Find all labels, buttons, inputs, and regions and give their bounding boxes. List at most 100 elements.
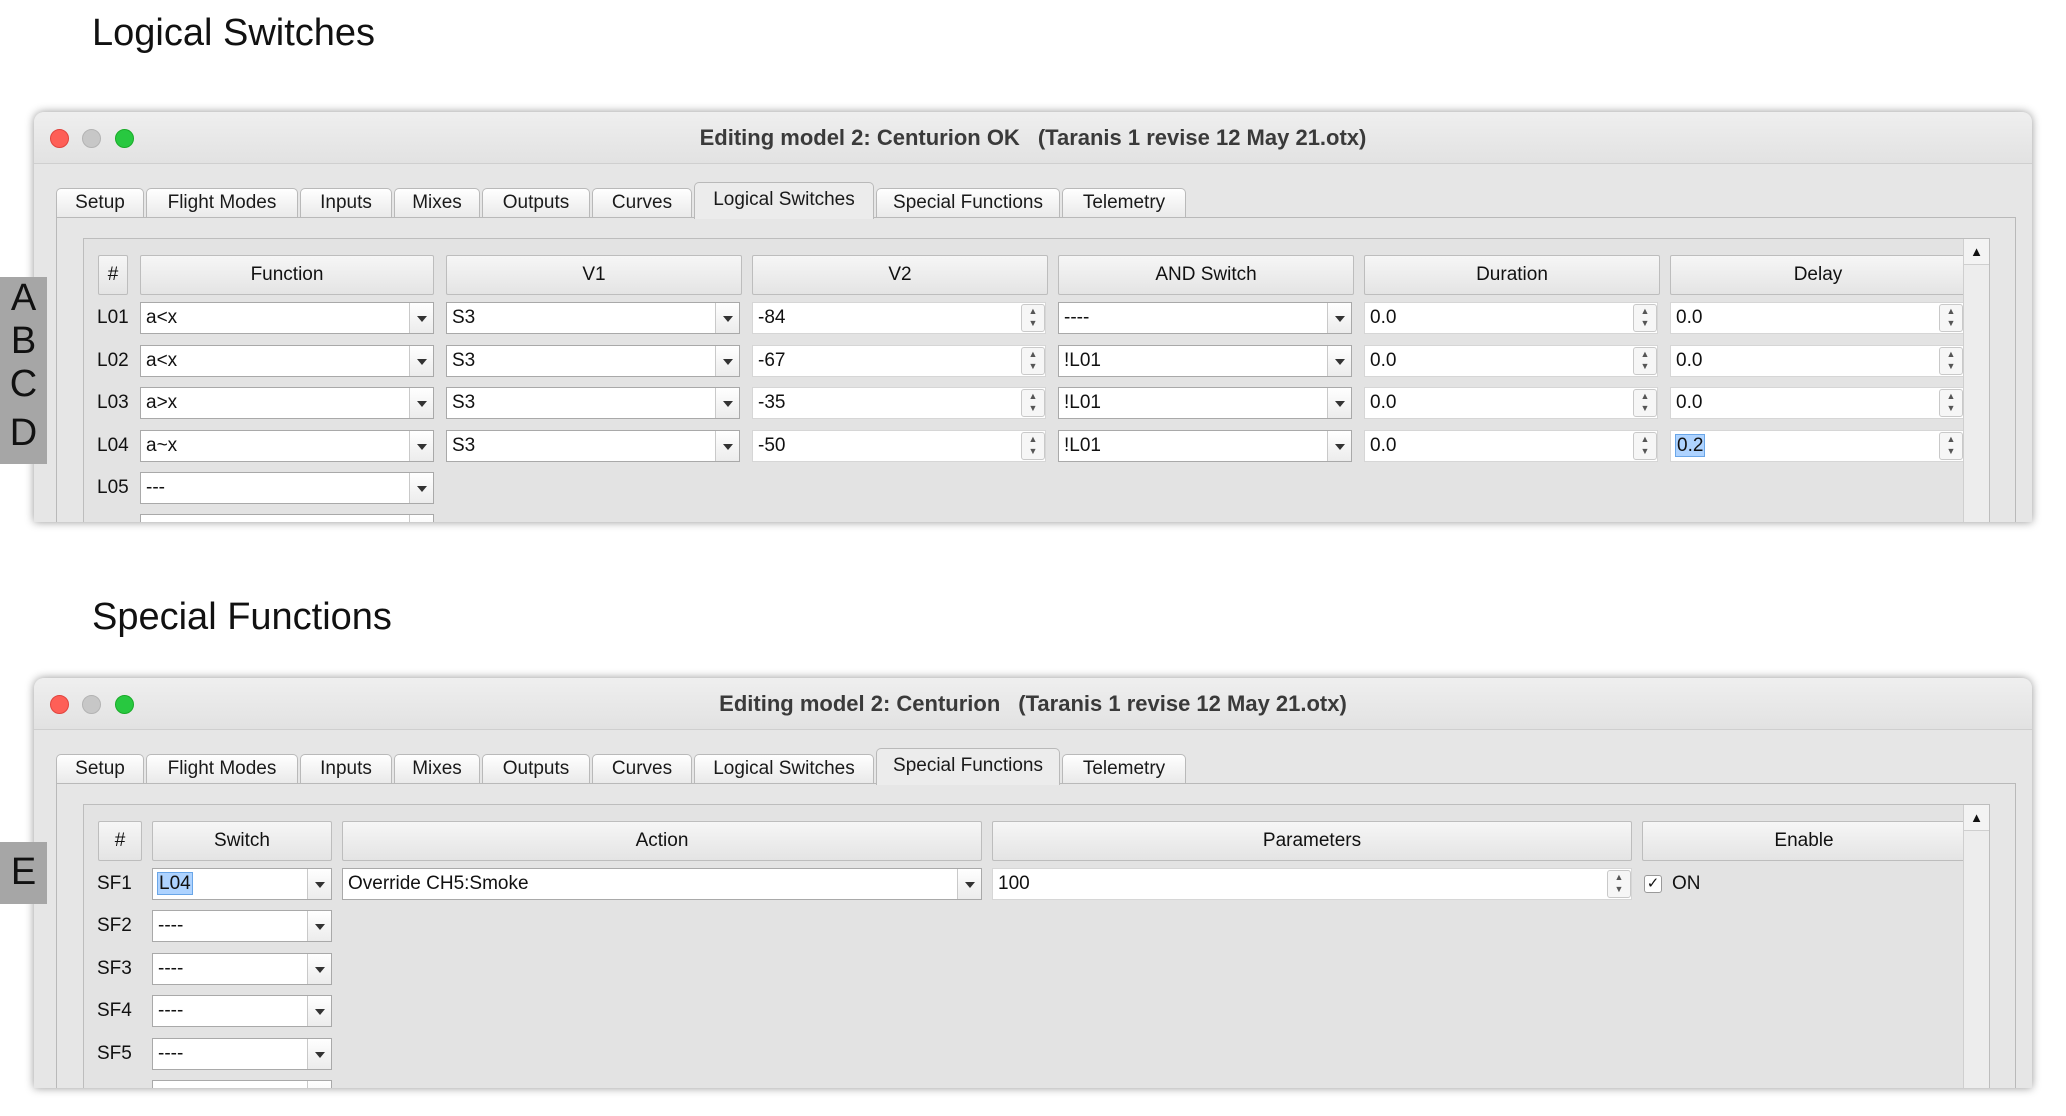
column-header-delay[interactable]: Delay (1670, 255, 1966, 295)
spin-arrows-icon[interactable]: ▲ ▼ (1633, 432, 1657, 460)
chevron-down-icon[interactable] (409, 431, 433, 461)
spin-arrows-icon[interactable]: ▲ ▼ (1021, 347, 1045, 375)
column-header-number[interactable]: # (98, 821, 142, 861)
function-combo[interactable]: a>x (140, 387, 434, 419)
chevron-down-icon[interactable] (409, 515, 433, 522)
tab-curves[interactable]: Curves (592, 188, 692, 218)
switch-combo[interactable]: ---- (152, 995, 332, 1027)
tab-inputs[interactable]: Inputs (300, 188, 392, 218)
column-header-duration[interactable]: Duration (1364, 255, 1660, 295)
switch-combo[interactable]: L04 (152, 868, 332, 900)
chevron-down-icon[interactable] (307, 1081, 331, 1088)
switch-combo[interactable]: ---- (152, 953, 332, 985)
tab-special-functions[interactable]: Special Functions (876, 188, 1060, 218)
chevron-down-icon[interactable] (715, 431, 739, 461)
tab-flight-modes[interactable]: Flight Modes (146, 754, 298, 784)
spin-arrows-icon[interactable]: ▲ ▼ (1021, 304, 1045, 332)
spin-arrows-icon[interactable]: ▲ ▼ (1939, 389, 1963, 417)
and-switch-combo[interactable]: !L01 (1058, 430, 1352, 462)
spin-arrows-icon[interactable]: ▲ ▼ (1939, 304, 1963, 332)
tab-inputs[interactable]: Inputs (300, 754, 392, 784)
duration-spinbox[interactable]: 0.0 ▲ ▼ (1364, 345, 1658, 377)
delay-spinbox[interactable]: 0.0 ▲ ▼ (1670, 302, 1964, 334)
chevron-down-icon[interactable] (715, 303, 739, 333)
tab-special-functions[interactable]: Special Functions (876, 748, 1060, 785)
tab-mixes[interactable]: Mixes (394, 754, 480, 784)
parameters-spinbox[interactable]: 100 ▲ ▼ (992, 868, 1632, 900)
column-header-enable[interactable]: Enable (1642, 821, 1966, 861)
column-header-parameters[interactable]: Parameters (992, 821, 1632, 861)
function-combo[interactable]: a<x (140, 345, 434, 377)
chevron-down-icon[interactable] (307, 954, 331, 984)
switch-combo[interactable]: ---- (152, 910, 332, 942)
tab-setup[interactable]: Setup (56, 188, 144, 218)
column-header-v2[interactable]: V2 (752, 255, 1048, 295)
v2-spinbox[interactable]: -50 ▲ ▼ (752, 430, 1046, 462)
chevron-down-icon[interactable] (409, 303, 433, 333)
spin-arrows-icon[interactable]: ▲ ▼ (1633, 347, 1657, 375)
delay-spinbox[interactable]: 0.0 ▲ ▼ (1670, 387, 1964, 419)
chevron-down-icon[interactable] (409, 346, 433, 376)
spin-arrows-icon[interactable]: ▲ ▼ (1939, 347, 1963, 375)
duration-spinbox[interactable]: 0.0 ▲ ▼ (1364, 430, 1658, 462)
v1-combo[interactable]: S3 (446, 387, 740, 419)
v2-spinbox[interactable]: -35 ▲ ▼ (752, 387, 1046, 419)
delay-spinbox[interactable]: 0.0 ▲ ▼ (1670, 345, 1964, 377)
chevron-down-icon[interactable] (409, 388, 433, 418)
delay-spinbox[interactable]: 0.2 ▲ ▼ (1670, 430, 1964, 462)
function-combo[interactable] (140, 514, 434, 522)
v2-spinbox[interactable]: -84 ▲ ▼ (752, 302, 1046, 334)
duration-spinbox[interactable]: 0.0 ▲ ▼ (1364, 387, 1658, 419)
chevron-down-icon[interactable] (957, 869, 981, 899)
and-switch-combo[interactable]: !L01 (1058, 387, 1352, 419)
v2-spinbox[interactable]: -67 ▲ ▼ (752, 345, 1046, 377)
spin-arrows-icon[interactable]: ▲ ▼ (1633, 389, 1657, 417)
chevron-down-icon[interactable] (1327, 303, 1351, 333)
chevron-down-icon[interactable] (307, 911, 331, 941)
vertical-scrollbar[interactable]: ▲ (1963, 805, 1989, 1088)
v1-combo[interactable]: S3 (446, 345, 740, 377)
spin-arrows-icon[interactable]: ▲ ▼ (1607, 870, 1631, 898)
column-header-switch[interactable]: Switch (152, 821, 332, 861)
function-combo[interactable]: a~x (140, 430, 434, 462)
v1-combo[interactable]: S3 (446, 430, 740, 462)
switch-combo[interactable]: ---- (152, 1038, 332, 1070)
tab-setup[interactable]: Setup (56, 754, 144, 784)
spin-arrows-icon[interactable]: ▲ ▼ (1021, 389, 1045, 417)
chevron-down-icon[interactable] (307, 996, 331, 1026)
vertical-scrollbar[interactable]: ▲ (1963, 239, 1989, 522)
tab-telemetry[interactable]: Telemetry (1062, 754, 1186, 784)
tab-outputs[interactable]: Outputs (482, 188, 590, 218)
spin-arrows-icon[interactable]: ▲ ▼ (1021, 432, 1045, 460)
scroll-up-icon[interactable]: ▲ (1964, 239, 1989, 265)
column-header-v1[interactable]: V1 (446, 255, 742, 295)
tab-curves[interactable]: Curves (592, 754, 692, 784)
switch-combo[interactable] (152, 1080, 332, 1088)
tab-outputs[interactable]: Outputs (482, 754, 590, 784)
chevron-down-icon[interactable] (715, 388, 739, 418)
chevron-down-icon[interactable] (715, 346, 739, 376)
column-header-function[interactable]: Function (140, 255, 434, 295)
tab-logical-switches[interactable]: Logical Switches (694, 182, 874, 219)
tab-mixes[interactable]: Mixes (394, 188, 480, 218)
v1-combo[interactable]: S3 (446, 302, 740, 334)
chevron-down-icon[interactable] (1327, 431, 1351, 461)
and-switch-combo[interactable]: !L01 (1058, 345, 1352, 377)
tab-logical-switches[interactable]: Logical Switches (694, 754, 874, 784)
duration-spinbox[interactable]: 0.0 ▲ ▼ (1364, 302, 1658, 334)
function-combo[interactable]: a<x (140, 302, 434, 334)
chevron-down-icon[interactable] (409, 473, 433, 503)
and-switch-combo[interactable]: ---- (1058, 302, 1352, 334)
chevron-down-icon[interactable] (1327, 346, 1351, 376)
column-header-and-switch[interactable]: AND Switch (1058, 255, 1354, 295)
chevron-down-icon[interactable] (1327, 388, 1351, 418)
spin-arrows-icon[interactable]: ▲ ▼ (1939, 432, 1963, 460)
tab-telemetry[interactable]: Telemetry (1062, 188, 1186, 218)
spin-arrows-icon[interactable]: ▲ ▼ (1633, 304, 1657, 332)
column-header-number[interactable]: # (98, 255, 128, 295)
function-combo[interactable]: --- (140, 472, 434, 504)
chevron-down-icon[interactable] (307, 1039, 331, 1069)
chevron-down-icon[interactable] (307, 869, 331, 899)
scroll-up-icon[interactable]: ▲ (1964, 805, 1989, 831)
action-combo[interactable]: Override CH5:Smoke (342, 868, 982, 900)
